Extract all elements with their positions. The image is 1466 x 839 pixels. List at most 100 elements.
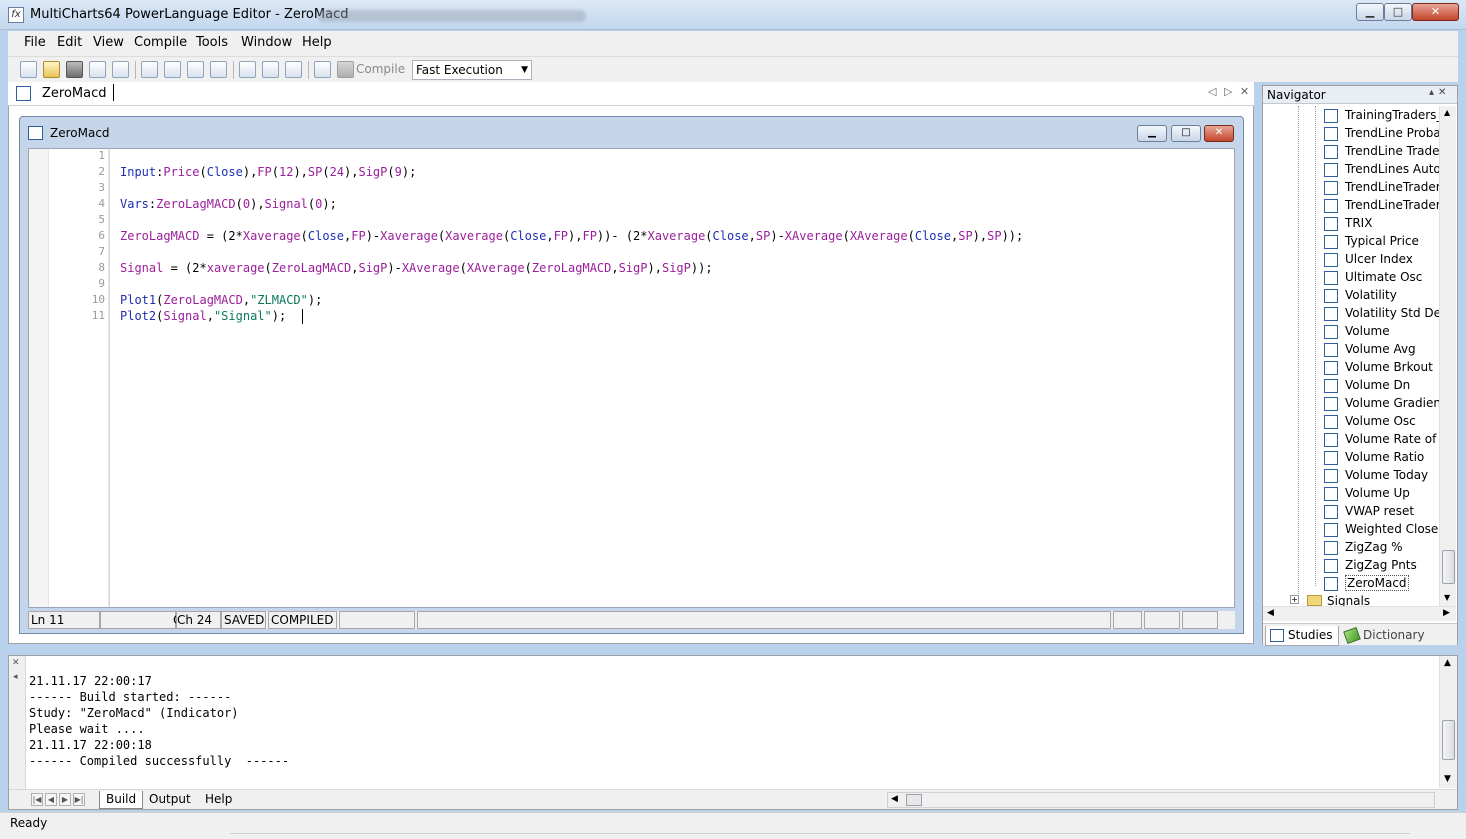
- menu-file[interactable]: File: [24, 35, 46, 50]
- tab-studies[interactable]: Studies: [1265, 626, 1339, 646]
- child-minimize-button[interactable]: ▁: [1137, 125, 1167, 142]
- output-line: 21.11.17 22:00:17: [29, 674, 152, 688]
- code-token: ZeroLagMACD: [156, 197, 236, 211]
- document-tab-zeromacd[interactable]: ZeroMacd: [42, 86, 107, 101]
- scroll-thumb[interactable]: [1442, 720, 1455, 760]
- tree-item[interactable]: TrendLines Autor: [1263, 161, 1439, 179]
- tree-item[interactable]: Volume Brkout: [1263, 359, 1439, 377]
- find-icon[interactable]: [187, 61, 204, 78]
- menu-edit[interactable]: Edit: [57, 35, 82, 50]
- tree-item[interactable]: Volume: [1263, 323, 1439, 341]
- last-tab-icon[interactable]: ▶|: [73, 793, 85, 806]
- maximize-button[interactable]: □: [1384, 3, 1412, 21]
- redo-icon[interactable]: [164, 61, 181, 78]
- tree-item[interactable]: VWAP reset: [1263, 503, 1439, 521]
- tree-item[interactable]: TrendLine Trade: [1263, 143, 1439, 161]
- prev-tab-icon[interactable]: ◀: [45, 793, 57, 806]
- navigator-horizontal-scrollbar[interactable]: ◀ ▶: [1263, 606, 1456, 621]
- menu-window[interactable]: Window: [241, 35, 292, 50]
- tree-item[interactable]: Volume Avg: [1263, 341, 1439, 359]
- cascade-windows-icon[interactable]: [239, 61, 256, 78]
- close-icon[interactable]: ✕: [12, 658, 20, 668]
- code-token: );: [307, 293, 323, 307]
- tree-item-label: Ulcer Index: [1345, 252, 1413, 266]
- tab-help[interactable]: Help: [199, 791, 238, 809]
- tree-item[interactable]: TrendLineTrader: [1263, 179, 1439, 197]
- menu-tools[interactable]: Tools: [196, 35, 228, 50]
- tree-item[interactable]: TrendLineTrader: [1263, 197, 1439, 215]
- next-tab-icon[interactable]: ▶: [59, 793, 71, 806]
- tree-item[interactable]: Volume Ratio: [1263, 449, 1439, 467]
- tile-vertical-icon[interactable]: [285, 61, 302, 78]
- tree-item[interactable]: ZeroMacd: [1263, 575, 1439, 593]
- scroll-thumb[interactable]: [906, 794, 922, 806]
- open-folder-icon[interactable]: [43, 61, 60, 78]
- scroll-left-icon[interactable]: ◀: [891, 794, 898, 804]
- compile-icon[interactable]: [337, 61, 354, 78]
- code-editor[interactable]: 1 2 3 4 5 6 7 8 9 10 11 Input:Price(Close),FP(12),…: [28, 148, 1235, 608]
- pin-icon[interactable]: ◂: [13, 672, 18, 682]
- navigator-vertical-scrollbar[interactable]: ▲ ▼: [1439, 106, 1456, 606]
- tree-item[interactable]: Volume Osc: [1263, 413, 1439, 431]
- output-vertical-scrollbar[interactable]: ▲ ▼: [1439, 656, 1457, 788]
- tree-item-label: Volatility: [1345, 288, 1397, 302]
- expand-icon[interactable]: +: [1290, 595, 1299, 604]
- tree-item[interactable]: Volume Gradien: [1263, 395, 1439, 413]
- save-all-icon[interactable]: [112, 61, 129, 78]
- tree-item[interactable]: Weighted Close: [1263, 521, 1439, 539]
- indicator-icon: [1324, 271, 1338, 285]
- tree-item[interactable]: Volatility Std Dev: [1263, 305, 1439, 323]
- tree-item[interactable]: Ultimate Osc: [1263, 269, 1439, 287]
- code-token: "ZLMACD": [250, 293, 308, 307]
- save-icon[interactable]: [66, 61, 83, 78]
- replace-icon[interactable]: [210, 61, 227, 78]
- scroll-right-icon[interactable]: ▶: [1443, 608, 1450, 618]
- tree-item[interactable]: Ulcer Index: [1263, 251, 1439, 269]
- menu-view[interactable]: View: [93, 35, 124, 50]
- scroll-down-icon[interactable]: ▼: [1444, 774, 1451, 784]
- tab-build[interactable]: Build: [99, 791, 144, 809]
- tab-dictionary[interactable]: Dictionary: [1341, 626, 1451, 646]
- tree-folder-signals[interactable]: + Signals: [1263, 593, 1439, 606]
- tree-item[interactable]: Volume Dn: [1263, 377, 1439, 395]
- menu-help[interactable]: Help: [302, 35, 332, 50]
- verify-icon[interactable]: [314, 61, 331, 78]
- tree-item[interactable]: TrendLine Proba: [1263, 125, 1439, 143]
- tab-scroll-close-icons[interactable]: ◁ ▷ ✕: [1208, 85, 1251, 98]
- menu-bar: File Edit View Compile Tools Window Help: [8, 31, 1458, 56]
- scroll-up-icon[interactable]: ▲: [1444, 658, 1451, 668]
- tile-horizontal-icon[interactable]: [262, 61, 279, 78]
- child-close-button[interactable]: ✕: [1204, 125, 1234, 142]
- menu-compile[interactable]: Compile: [134, 35, 187, 50]
- new-file-icon[interactable]: [20, 61, 37, 78]
- scroll-up-icon[interactable]: ▲: [1444, 108, 1450, 117]
- tree-item[interactable]: Volatility: [1263, 287, 1439, 305]
- undo-icon[interactable]: [141, 61, 158, 78]
- save-as-icon[interactable]: [89, 61, 106, 78]
- code-line-4: Vars:ZeroLagMACD(0),Signal(0);: [120, 196, 337, 212]
- first-tab-icon[interactable]: |◀: [31, 793, 43, 806]
- tree-item[interactable]: ZigZag %: [1263, 539, 1439, 557]
- child-maximize-button[interactable]: □: [1171, 125, 1201, 142]
- scroll-left-icon[interactable]: ◀: [1267, 608, 1274, 618]
- tree-item[interactable]: Volume Up: [1263, 485, 1439, 503]
- close-button[interactable]: ✕: [1412, 3, 1459, 21]
- code-line-10: Plot1(ZeroLagMACD,"ZLMACD");: [120, 292, 322, 308]
- tree-item[interactable]: Volume Rate of (: [1263, 431, 1439, 449]
- line-number: 6: [98, 229, 105, 242]
- toolbar-separator: [308, 61, 309, 79]
- tree-item[interactable]: TrainingTraders_: [1263, 107, 1439, 125]
- tab-output[interactable]: Output: [143, 791, 197, 809]
- output-horizontal-scrollbar[interactable]: ◀: [887, 792, 1435, 808]
- compile-label[interactable]: Compile: [356, 62, 405, 76]
- scroll-thumb[interactable]: [1442, 550, 1455, 584]
- navigator-pin-close-icons[interactable]: ▴✕: [1429, 87, 1450, 98]
- minimize-button[interactable]: ▁: [1356, 3, 1384, 21]
- tree-item[interactable]: TRIX: [1263, 215, 1439, 233]
- scroll-down-icon[interactable]: ▼: [1444, 593, 1450, 602]
- execution-mode-select[interactable]: Fast Execution ▼: [412, 60, 532, 80]
- tree-item[interactable]: Volume Today: [1263, 467, 1439, 485]
- tree-item[interactable]: ZigZag Pnts: [1263, 557, 1439, 575]
- tree-item[interactable]: Typical Price: [1263, 233, 1439, 251]
- navigator-header: Navigator ▴✕: [1263, 86, 1457, 104]
